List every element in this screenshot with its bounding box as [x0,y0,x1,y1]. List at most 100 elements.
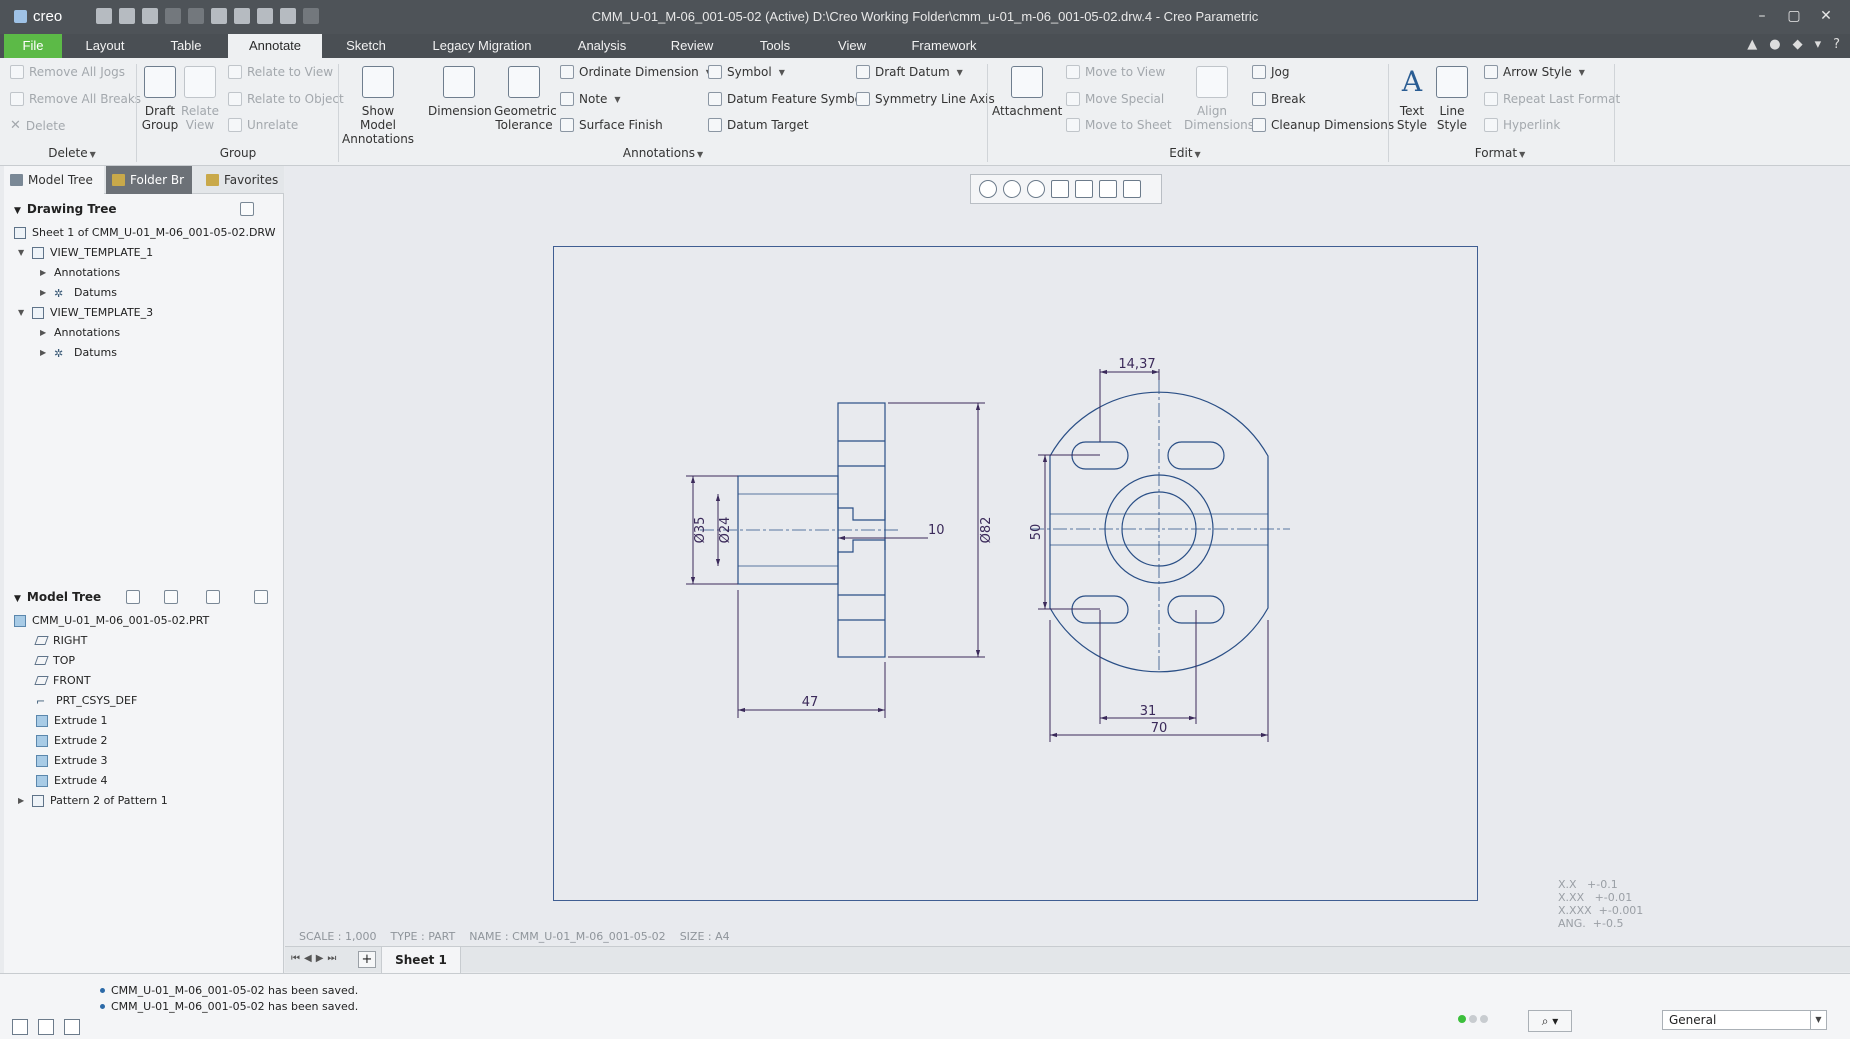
dim-diameter-35[interactable]: Ø35 [693,517,708,544]
datum-target-button[interactable]: Datum Target [708,118,809,132]
move-to-view-button[interactable]: Move to View [1066,65,1165,79]
delete-group-label[interactable]: Delete ▼ [44,146,100,160]
show-navigator-icon[interactable] [12,1019,28,1035]
dim-width-31[interactable]: 31 [1140,704,1157,719]
tab-layout[interactable]: Layout [70,34,140,58]
tree-item-csys[interactable]: ⌐ PRT_CSYS_DEF [36,694,137,708]
tree-item-datums[interactable]: ▶ ✲ Datums [40,346,117,360]
drawing-canvas[interactable]: Ø35 Ø24 10 Ø82 47 14,37 50 31 70 [553,246,1478,901]
dim-width-70[interactable]: 70 [1151,721,1168,736]
previous-sheet-icon[interactable]: ◀ [304,953,312,964]
tree-columns-icon[interactable] [254,590,268,604]
break-button[interactable]: Break [1252,92,1306,106]
tree-item-top[interactable]: TOP [34,654,75,667]
help-icon[interactable]: ? [1833,37,1840,52]
datum-feature-symbol-button[interactable]: Datum Feature Symbol [708,92,865,106]
tree-item-datums[interactable]: ▶ ✲ Datums [40,286,117,300]
annotations-group-label[interactable]: Annotations ▼ [620,146,706,160]
show-browser-icon[interactable] [38,1019,54,1035]
tree-item-annotations[interactable]: ▶ Annotations [40,326,120,339]
surface-finish-button[interactable]: Surface Finish [560,118,663,132]
drawing-tree-header[interactable]: ▼ Drawing Tree [14,202,116,216]
dim-length-47[interactable]: 47 [802,695,819,710]
show-model-annotations-button[interactable]: Show Model Annotations [342,66,414,146]
tree-filters-icon[interactable] [164,590,178,604]
tab-review[interactable]: Review [656,34,728,58]
user-icon[interactable]: ● [1769,37,1780,52]
zoom-in-icon[interactable] [1003,180,1021,198]
tab-legacy-migration[interactable]: Legacy Migration [412,34,552,58]
tab-model-tree[interactable]: Model Tree [4,166,104,194]
dim-length-10[interactable]: 10 [928,523,945,538]
tab-tools[interactable]: Tools [740,34,810,58]
align-dimensions-button[interactable]: Align Dimensions [1184,66,1254,132]
dim-diameter-82[interactable]: Ø82 [979,517,994,544]
remove-all-breaks-button[interactable]: Remove All Breaks [10,92,141,106]
jog-button[interactable]: Jog [1252,65,1290,79]
maximize-button[interactable]: ▢ [1778,5,1810,27]
attachment-button[interactable]: Attachment [992,66,1062,118]
tree-item-extrude-3[interactable]: Extrude 3 [36,754,108,767]
tree-item-extrude-2[interactable]: Extrude 2 [36,734,108,747]
tab-analysis[interactable]: Analysis [566,34,638,58]
relate-view-button[interactable]: Relate View [180,66,220,132]
edit-group-label[interactable]: Edit ▼ [1162,146,1208,160]
relate-to-view-button[interactable]: Relate to View [228,65,333,79]
show-icon[interactable] [126,590,140,604]
tab-framework[interactable]: Framework [896,34,992,58]
tree-settings-icon[interactable] [240,202,254,216]
dim-height-50[interactable]: 50 [1029,524,1044,541]
close-button[interactable]: ✕ [1810,5,1842,27]
tab-sheet-1[interactable]: Sheet 1 [381,947,461,973]
tree-item-part[interactable]: CMM_U-01_M-06_001-05-02.PRT [14,614,209,627]
selection-filter-select[interactable]: General ▼ [1662,1010,1827,1030]
dimension-button[interactable]: Dimension [428,66,492,118]
dim-14-37[interactable]: 14,37 [1118,357,1155,372]
tree-item-extrude-1[interactable]: Extrude 1 [36,714,108,727]
tab-sketch[interactable]: Sketch [330,34,402,58]
move-special-button[interactable]: Move Special [1066,92,1164,106]
tree-item-extrude-4[interactable]: Extrude 4 [36,774,108,787]
find-button[interactable]: ⌕ ▾ [1528,1010,1572,1032]
tab-favorites[interactable]: Favorites [200,166,284,194]
unrelate-button[interactable]: Unrelate [228,118,298,132]
tree-item-view-template-3[interactable]: ▼ VIEW_TEMPLATE_3 [18,306,153,319]
tree-item-right[interactable]: RIGHT [34,634,87,647]
relate-to-object-button[interactable]: Relate to Object [228,92,344,106]
tree-item-pattern[interactable]: ▶ Pattern 2 of Pattern 1 [18,794,168,807]
tab-folder-browser[interactable]: Folder Br [106,166,192,194]
tab-table[interactable]: Table [150,34,222,58]
refit-icon[interactable] [979,180,997,198]
tree-item-view-template-1[interactable]: ▼ VIEW_TEMPLATE_1 [18,246,153,259]
symmetry-line-axis-button[interactable]: Symmetry Line Axis [856,92,995,106]
tab-annotate[interactable]: Annotate [228,34,322,58]
tab-view[interactable]: View [822,34,882,58]
full-screen-icon[interactable] [64,1019,80,1035]
tree-item-sheet[interactable]: Sheet 1 of CMM_U-01_M-06_001-05-02.DRW [14,226,276,239]
minimize-button[interactable]: – [1746,5,1778,27]
draft-group-button[interactable]: Draft Group [140,66,180,132]
line-style-button[interactable]: Line Style [1432,66,1472,132]
last-sheet-icon[interactable]: ⏭ [327,953,336,964]
display-style-icon[interactable] [1075,180,1093,198]
options-dropdown-icon[interactable]: ▾ [1815,37,1822,52]
cleanup-dimensions-button[interactable]: Cleanup Dimensions [1252,118,1394,132]
model-tree-header[interactable]: ▼ Model Tree [14,590,101,604]
delete-button[interactable]: ✕ Delete [10,118,65,133]
move-to-sheet-button[interactable]: Move to Sheet [1066,118,1172,132]
text-style-button[interactable]: A Text Style [1392,66,1432,133]
note-button[interactable]: Note ▼ [560,92,621,106]
tree-item-annotations[interactable]: ▶ Annotations [40,266,120,279]
sheet-display-icon[interactable] [1099,180,1117,198]
next-sheet-icon[interactable]: ▶ [316,953,324,964]
hyperlink-button[interactable]: Hyperlink [1484,118,1560,132]
format-group-label[interactable]: Format ▼ [1470,146,1530,160]
datum-display-icon[interactable] [1123,180,1141,198]
add-sheet-button[interactable]: + [358,951,376,968]
remove-all-jogs-button[interactable]: Remove All Jogs [10,65,125,79]
geometric-tolerance-button[interactable]: Geometric Tolerance [494,66,557,132]
ordinate-dimension-button[interactable]: Ordinate Dimension▼ [560,65,712,79]
symbol-button[interactable]: Symbol ▼ [708,65,785,79]
collapse-ribbon-icon[interactable]: ▲ [1747,37,1757,52]
dim-diameter-24[interactable]: Ø24 [718,517,733,544]
